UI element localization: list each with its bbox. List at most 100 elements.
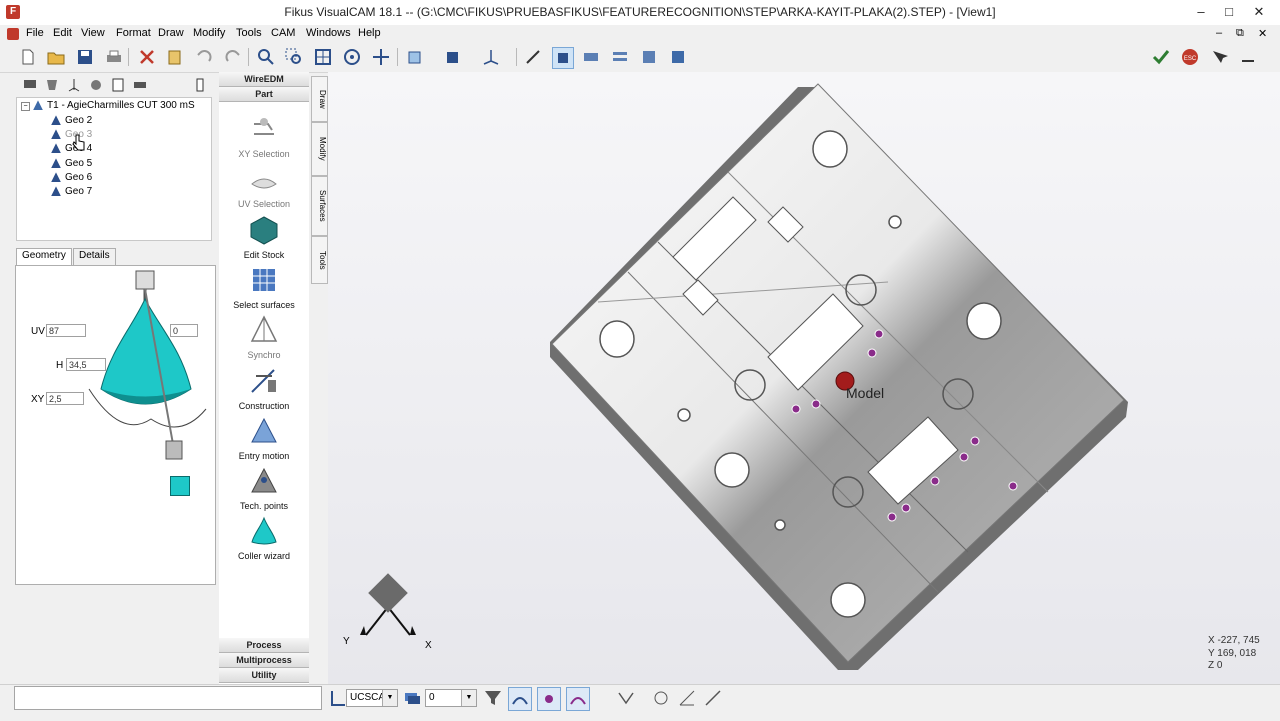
redo-icon[interactable] (223, 47, 243, 67)
tree-item-geo5[interactable]: Geo 5 (51, 158, 92, 172)
xy-selection-button[interactable]: XY Selection (219, 114, 309, 159)
pin-panel-icon[interactable] (192, 77, 208, 93)
side-tab-modify[interactable]: Modify (311, 122, 328, 176)
select-surfaces-button[interactable]: Select surfaces (219, 265, 309, 310)
shaded-view-icon[interactable] (443, 47, 463, 67)
menu-file[interactable]: File (26, 27, 44, 39)
side-tab-draw[interactable]: Draw (311, 76, 328, 122)
plate-model[interactable] (328, 72, 1280, 684)
layers-icon[interactable] (610, 47, 630, 67)
zoom-window-icon[interactable] (284, 47, 304, 67)
tree-item-geo6[interactable]: Geo 6 (51, 172, 92, 186)
layers-panel-icon[interactable] (132, 77, 148, 93)
stock-icon[interactable] (44, 77, 60, 93)
operation-tree[interactable]: − T1 - AgieCharmilles CUT 300 mS Geo 2 Ge… (16, 97, 212, 241)
maximize-button[interactable]: □ (1214, 0, 1244, 25)
collapse-icon[interactable]: − (21, 102, 30, 111)
snap-mode-icon[interactable] (508, 687, 532, 711)
mdi-close-button[interactable]: ✕ (1258, 27, 1267, 40)
tech-points-button[interactable]: Tech. points (219, 466, 309, 511)
new-file-icon[interactable] (18, 47, 38, 67)
print-icon[interactable] (104, 47, 124, 67)
uv-offset-field[interactable]: 0 (170, 324, 198, 337)
wireedm-header[interactable]: WireEDM (219, 72, 309, 87)
draw-tool-icon[interactable] (523, 47, 543, 67)
menu-modify[interactable]: Modify (193, 27, 225, 39)
xy-field[interactable]: 2,5 (46, 392, 84, 405)
menu-tools[interactable]: Tools (236, 27, 262, 39)
tree-item-geo2[interactable]: Geo 2 (51, 115, 92, 129)
height-label: H (56, 360, 64, 371)
minimize-button[interactable]: – (1186, 0, 1216, 25)
zoom-icon[interactable] (256, 47, 276, 67)
tree-root[interactable]: − T1 - AgieCharmilles CUT 300 mS (21, 100, 195, 114)
axes-icon[interactable] (66, 77, 82, 93)
confirm-check-icon[interactable] (1151, 47, 1171, 67)
mdi-minimize-button[interactable]: – (1216, 27, 1222, 39)
toolbar-separator (516, 48, 517, 66)
view-cube-icon[interactable] (405, 47, 425, 67)
synchro-button[interactable]: Synchro (219, 315, 309, 360)
simulation-icon[interactable] (639, 47, 659, 67)
menu-windows[interactable]: Windows (306, 27, 351, 39)
mdi-restore-button[interactable]: ⧉ (1236, 27, 1244, 40)
side-tab-tools[interactable]: Tools (311, 236, 328, 284)
geometry-icon (51, 143, 61, 154)
snap-point-icon[interactable] (537, 687, 561, 711)
uv-field[interactable]: 87 (46, 324, 86, 337)
measure-icon[interactable] (702, 687, 724, 709)
delete-icon[interactable] (137, 47, 157, 67)
menu-format[interactable]: Format (116, 27, 151, 39)
cancel-cursor-icon[interactable] (1209, 47, 1229, 67)
coller-wizard-button[interactable]: Coller wizard (219, 516, 309, 561)
trim-icon[interactable] (615, 687, 637, 709)
open-folder-icon[interactable] (46, 47, 66, 67)
layer-select[interactable]: 0 ▼ (425, 689, 477, 707)
menu-draw[interactable]: Draw (158, 27, 184, 39)
utility-header[interactable]: Utility (219, 668, 309, 683)
uv-label: UV (31, 326, 45, 337)
edit-stock-button[interactable]: Edit Stock (219, 215, 309, 260)
3d-viewport[interactable]: Model Y X X -227, 745 Y 169, 018 Z 0 (328, 72, 1280, 684)
tool-library-icon[interactable] (88, 77, 104, 93)
arc-icon[interactable] (650, 687, 672, 709)
document-icon[interactable] (7, 28, 19, 40)
pan-icon[interactable] (371, 47, 391, 67)
undo-icon[interactable] (194, 47, 214, 67)
menu-cam[interactable]: CAM (271, 27, 295, 39)
zoom-extents-icon[interactable] (313, 47, 333, 67)
tree-item-geo7[interactable]: Geo 7 (51, 186, 92, 200)
operation-list-icon[interactable] (110, 77, 126, 93)
layer-icon[interactable] (401, 687, 423, 709)
filter-icon[interactable] (482, 687, 504, 709)
menu-help[interactable]: Help (358, 27, 381, 39)
minimize-toolbar-icon[interactable] (1238, 47, 1258, 67)
menu-view[interactable]: View (81, 27, 105, 39)
height-field[interactable]: 34,5 (66, 358, 106, 371)
snap-center-icon[interactable] (566, 687, 590, 711)
process-header[interactable]: Process (219, 638, 309, 653)
uv-selection-button[interactable]: UV Selection (219, 164, 309, 209)
geometry-icon (51, 115, 61, 126)
part-header[interactable]: Part (219, 87, 309, 102)
ucs-axis-icon[interactable] (326, 687, 348, 709)
menu-edit[interactable]: Edit (53, 27, 72, 39)
machine-icon[interactable] (581, 47, 601, 67)
rotate-view-icon[interactable] (342, 47, 362, 67)
entry-motion-button[interactable]: Entry motion (219, 416, 309, 461)
machine-setup-icon[interactable] (22, 77, 38, 93)
postprocess-icon[interactable] (668, 47, 688, 67)
side-tab-surfaces[interactable]: Surfaces (311, 176, 328, 236)
wire-mode-icon[interactable] (552, 47, 574, 69)
command-input[interactable] (14, 686, 322, 710)
escape-icon[interactable]: ESC (1180, 47, 1200, 67)
angle-icon[interactable] (676, 687, 698, 709)
geometry-panel: UV 87 0 H 34,5 XY 2,5 (15, 265, 216, 585)
paste-icon[interactable] (165, 47, 185, 67)
construction-button[interactable]: Construction (219, 366, 309, 411)
ucs-select[interactable]: UCSCAM ▼ (346, 689, 398, 707)
multiprocess-header[interactable]: Multiprocess (219, 653, 309, 668)
close-button[interactable]: ✕ (1244, 0, 1274, 25)
save-icon[interactable] (75, 47, 95, 67)
axis-view-icon[interactable] (481, 47, 501, 67)
